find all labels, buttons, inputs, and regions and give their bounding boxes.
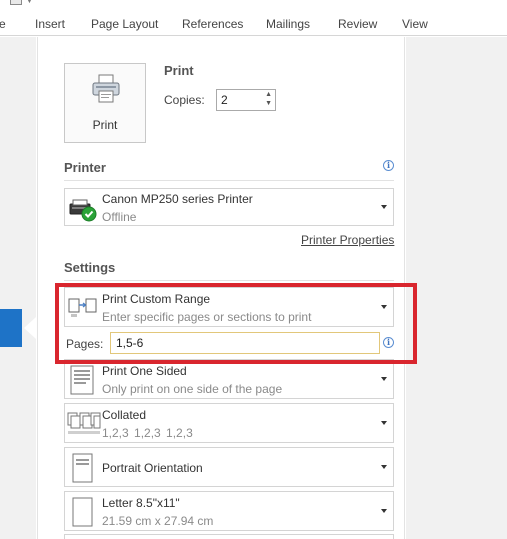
spin-up-icon[interactable]: ▲: [265, 91, 272, 98]
print-button-label: Print: [92, 118, 118, 132]
margins-dropdown[interactable]: [64, 534, 394, 539]
chevron-down-icon[interactable]: [381, 377, 387, 381]
chevron-down-icon[interactable]: [381, 509, 387, 513]
orientation-title: Portrait Orientation: [102, 461, 203, 475]
paper-size-dropdown[interactable]: Letter 8.5"x11" 21.59 cm x 27.94 cm: [64, 491, 394, 531]
orientation-dropdown[interactable]: Portrait Orientation: [64, 447, 394, 487]
print-preview-area: [406, 37, 507, 539]
one-sided-icon: [70, 365, 94, 395]
printer-name: Canon MP250 series Printer: [102, 192, 253, 206]
printer-dropdown[interactable]: Canon MP250 series Printer Offline: [64, 188, 394, 226]
chevron-down-icon[interactable]: ▼: [26, 0, 33, 5]
collate-title: Collated: [102, 408, 147, 422]
copies-label: Copies:: [164, 93, 205, 107]
printer-properties-link[interactable]: Printer Properties: [301, 233, 394, 247]
print-button[interactable]: Print: [64, 63, 146, 143]
active-pointer: [24, 317, 36, 339]
tab-home[interactable]: e: [0, 17, 6, 31]
collate-subtitle: 1,2,3 1,2,3 1,2,3: [102, 426, 193, 440]
printer-heading: Printer: [64, 160, 106, 175]
info-icon[interactable]: i: [383, 160, 394, 171]
highlight-annotation: [55, 283, 417, 364]
tab-mailings[interactable]: Mailings: [266, 17, 310, 31]
collated-icon: [67, 412, 101, 434]
ribbon-tab-bar: ▼ e Insert Page Layout References Mailin…: [0, 0, 507, 36]
spin-down-icon[interactable]: ▼: [265, 100, 272, 107]
divider: [64, 280, 394, 281]
paper-title: Letter 8.5"x11": [102, 496, 180, 510]
paper-subtitle: 21.59 cm x 27.94 cm: [102, 514, 214, 528]
print-title: Print: [164, 63, 194, 78]
paper-size-icon: [72, 497, 93, 527]
quick-access-toolbar[interactable]: ▼: [6, 0, 36, 6]
copies-value[interactable]: 2: [221, 93, 228, 107]
collation-dropdown[interactable]: Collated 1,2,3 1,2,3 1,2,3: [64, 403, 394, 443]
tab-page-layout[interactable]: Page Layout: [91, 17, 158, 31]
divider: [64, 180, 394, 181]
sides-dropdown[interactable]: Print One Sided Only print on one side o…: [64, 359, 394, 399]
chevron-down-icon[interactable]: [381, 205, 387, 209]
copies-stepper[interactable]: 2 ▲ ▼: [216, 89, 276, 111]
tab-review[interactable]: Review: [338, 17, 377, 31]
tab-references[interactable]: References: [182, 17, 243, 31]
chevron-down-icon[interactable]: [381, 465, 387, 469]
quick-print-icon[interactable]: [10, 0, 22, 5]
printer-status: Offline: [102, 210, 137, 224]
sides-subtitle: Only print on one side of the page: [102, 382, 283, 396]
sides-title: Print One Sided: [102, 364, 187, 378]
chevron-down-icon[interactable]: [381, 421, 387, 425]
printer-icon: [92, 74, 120, 103]
backstage-nav: [0, 37, 36, 539]
tab-insert[interactable]: Insert: [35, 17, 65, 31]
printer-status-icon: [69, 199, 97, 222]
portrait-icon: [72, 453, 93, 483]
tab-view[interactable]: View: [402, 17, 428, 31]
nav-item-print-active[interactable]: [0, 309, 22, 347]
settings-heading: Settings: [64, 260, 116, 275]
